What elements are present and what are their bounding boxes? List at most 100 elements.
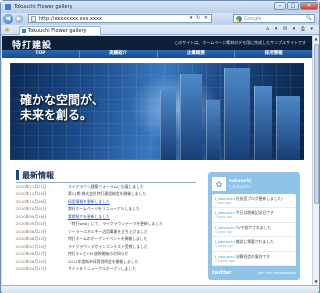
hero-catch-line: 確かな空間が、: [20, 93, 104, 107]
search-placeholder[interactable]: Google: [244, 16, 262, 22]
scroll-up-icon[interactable]: ▲: [313, 36, 319, 42]
news-item: 2010年06月10日 2011年度新卒採用説明会を開催しました: [16, 258, 196, 266]
scrollbar-thumb[interactable]: [314, 44, 319, 204]
search-icon[interactable]: 🔍: [306, 15, 312, 21]
news-date: 2010年08月12日: [16, 236, 47, 242]
title-bar: Tokuuchi Flower gallery – □ ✕: [1, 1, 319, 13]
nav-item-works[interactable]: 実績紹介: [80, 50, 158, 58]
news-date: 2010年07月10日: [16, 243, 47, 249]
vertical-scrollbar[interactable]: ▲ ▼: [312, 36, 319, 285]
building-image: [160, 90, 176, 160]
hero-catchcopy: 確かな空間が、 未来を創る。: [20, 93, 104, 123]
tweet-text: TVで紹介されました: [235, 224, 272, 230]
favorites-star-icon[interactable]: ★: [4, 26, 10, 34]
news-date: 2010年05月17日: [16, 266, 47, 272]
news-text: 第11期 株式会社特打建設総会を開催しました: [68, 191, 147, 197]
nav-item-top[interactable]: TOP: [2, 50, 80, 58]
forward-button[interactable]: ▶: [15, 15, 23, 23]
news-text: 特打テレビCM 放映開始のお知らせ: [68, 251, 129, 257]
search-box[interactable]: Google 🔍: [233, 14, 315, 23]
news-text: サイトをリニューアルオープンしました: [68, 266, 136, 272]
news-item: 2010年09月02日 「特打web」にて、ライクラウンテーマを更新しました: [16, 221, 196, 229]
news-item: 2010年05月17日 サイトをリニューアルオープンしました: [16, 266, 196, 274]
refresh-stop-icon[interactable]: ▾ ↻ ✕: [190, 15, 209, 21]
close-button[interactable]: ✕: [300, 2, 318, 10]
news-text: 「特打web」にて、ライクラウンテーマを更新しました: [68, 221, 163, 227]
tab-bar: ★ Tokuuchi Flower gallery ⌂ ▾ ✉ ▾ ⎙ ▾: [1, 25, 319, 35]
news-date: 2010年11月20日: [16, 191, 47, 197]
tweet-user[interactable]: t_tokuuchi: [215, 254, 235, 259]
news-item: 2010年08月23日 ソーラーエネルギー活用事業を立ち上げました: [16, 228, 196, 236]
news-item: 2010年08月12日 特打ホームのオープンイベントを開催しました: [16, 236, 196, 244]
news-item: 2010年06月27日 特打テレビCM 放映開始のお知らせ: [16, 251, 196, 259]
news-date: 2010年10月09日: [16, 198, 47, 204]
news-text: ソーラーエネルギー活用事業を立ち上げました: [68, 228, 148, 234]
news-date: 2010年08月23日: [16, 228, 47, 234]
tweet-text: 雑誌に掲載されました: [235, 239, 274, 245]
news-date: 2010年06月10日: [16, 258, 47, 264]
tweet-time[interactable]: 5 days ago: [215, 230, 294, 235]
news-heading: 最新情報: [16, 170, 196, 180]
page-icon: [31, 15, 36, 22]
tweet-time[interactable]: 2 weeks ago: [215, 259, 294, 264]
news-text[interactable]: 実績紹介を更新しました: [68, 214, 110, 220]
news-date: 2010年06月27日: [16, 251, 47, 257]
tweet-item: t_tokuuchi TVで紹介されました 5 days ago: [212, 223, 296, 238]
news-text: 弊社ホームページをリニューアルしました: [68, 206, 140, 212]
command-bar-icons[interactable]: ⌂ ▾ ✉ ▾ ⎙ ▾: [266, 26, 315, 32]
news-item: 2010年10月09日 採用情報を更新しました: [16, 198, 196, 206]
page-viewport: 特打建設 このサイトは、ホームページ素材のデモ用に作成したサンプルサイトです T…: [2, 36, 312, 285]
nav-item-recruit[interactable]: 採用情報: [235, 50, 312, 58]
maximize-button[interactable]: □: [287, 2, 299, 10]
google-icon: [236, 15, 242, 22]
tweet-item: t_tokuuchi 今日は創業記念日です 3 days ago: [212, 208, 296, 223]
navigation-bar: ◀ ▶ http://xxxxxxxx.xxx.xxxx ▾ ↻ ✕ Googl…: [1, 13, 319, 25]
status-bar: [2, 285, 318, 293]
page-favicon-icon: [5, 4, 11, 10]
avatar[interactable]: ✿: [212, 177, 226, 191]
news-item: 2010年09月16日 実績紹介を更新しました: [16, 213, 196, 221]
twitter-profile: ✿ tokuuchi t_tokuuchi: [212, 175, 296, 193]
tweet-time[interactable]: 1 week ago: [215, 244, 294, 249]
news-item: 2010年07月10日 ライクラウンデザインコンテスト受賞しました: [16, 243, 196, 251]
hero-banner: 確かな空間が、 未来を創る。: [10, 63, 304, 160]
tweet-text: 決算短信の案内です: [235, 253, 271, 259]
news-section: 最新情報 2010年11月21日 ライクラウン建築フォーラムに出展しました 2010…: [16, 170, 196, 273]
news-date: 2010年09月16日: [16, 213, 47, 219]
tweet-text: 今日は創業記念日です: [235, 210, 274, 216]
tweet-time[interactable]: 3 days ago: [215, 215, 294, 220]
building-image: [206, 100, 220, 160]
site-tagline: このサイトは、ホームページ素材のデモ用に作成したサンプルサイトです: [174, 40, 306, 45]
back-button[interactable]: ◀: [3, 14, 13, 24]
twitter-username[interactable]: t_tokuuchi: [229, 184, 251, 189]
browser-window: Tokuuchi Flower gallery – □ ✕ ◀ ▶ http:/…: [0, 0, 320, 293]
tweet-item: t_tokuuchi 社長室ブログ更新しました! 1 day ago: [212, 194, 296, 209]
twitter-footer: twitter Join the conversation: [212, 269, 296, 277]
news-item: 2010年11月20日 第11期 株式会社特打建設総会を開催しました: [16, 191, 196, 199]
news-date: 2010年10月01日: [16, 206, 47, 212]
nav-item-company[interactable]: 企業概要: [158, 50, 236, 58]
news-text: 特打ホームのオープンイベントを開催しました: [68, 236, 148, 242]
join-conversation-link[interactable]: Join the conversation: [258, 271, 296, 275]
global-nav: TOP 実績紹介 企業概要 採用情報: [2, 50, 312, 58]
minimize-button[interactable]: –: [274, 2, 286, 10]
news-text[interactable]: 採用情報を更新しました: [68, 199, 110, 205]
tweet-text: 社長室ブログ更新しました!: [235, 196, 283, 201]
tweet-item: t_tokuuchi 雑誌に掲載されました 1 week ago: [212, 237, 296, 252]
news-item: 2010年11月21日 ライクラウン建築フォーラムに出展しました: [16, 183, 196, 191]
building-image: [254, 86, 272, 160]
tweet-time[interactable]: 1 day ago: [215, 201, 294, 206]
twitter-logo[interactable]: twitter: [212, 270, 231, 276]
news-text: ライクラウンデザインコンテスト受賞しました: [68, 243, 148, 249]
news-date: 2010年09月02日: [16, 221, 47, 227]
news-list: 2010年11月21日 ライクラウン建築フォーラムに出展しました 2010年11月2…: [16, 183, 196, 273]
address-url[interactable]: http://xxxxxxxx.xxx.xxxx: [39, 16, 102, 22]
address-bar[interactable]: http://xxxxxxxx.xxx.xxxx ▾ ↻ ✕: [28, 14, 212, 23]
building-image: [180, 74, 202, 160]
building-image: [276, 96, 300, 160]
site-header: 特打建設 このサイトは、ホームページ素材のデモ用に作成したサンプルサイトです: [2, 36, 312, 51]
building-image: [224, 68, 250, 160]
twitter-widget: ✿ tokuuchi t_tokuuchi t_tokuuchi 社長室ブログ更…: [208, 172, 300, 280]
tab-active[interactable]: Tokuuchi Flower gallery: [19, 26, 101, 35]
tweet-list: t_tokuuchi 社長室ブログ更新しました! 1 day ago t_tokuu…: [212, 194, 296, 266]
